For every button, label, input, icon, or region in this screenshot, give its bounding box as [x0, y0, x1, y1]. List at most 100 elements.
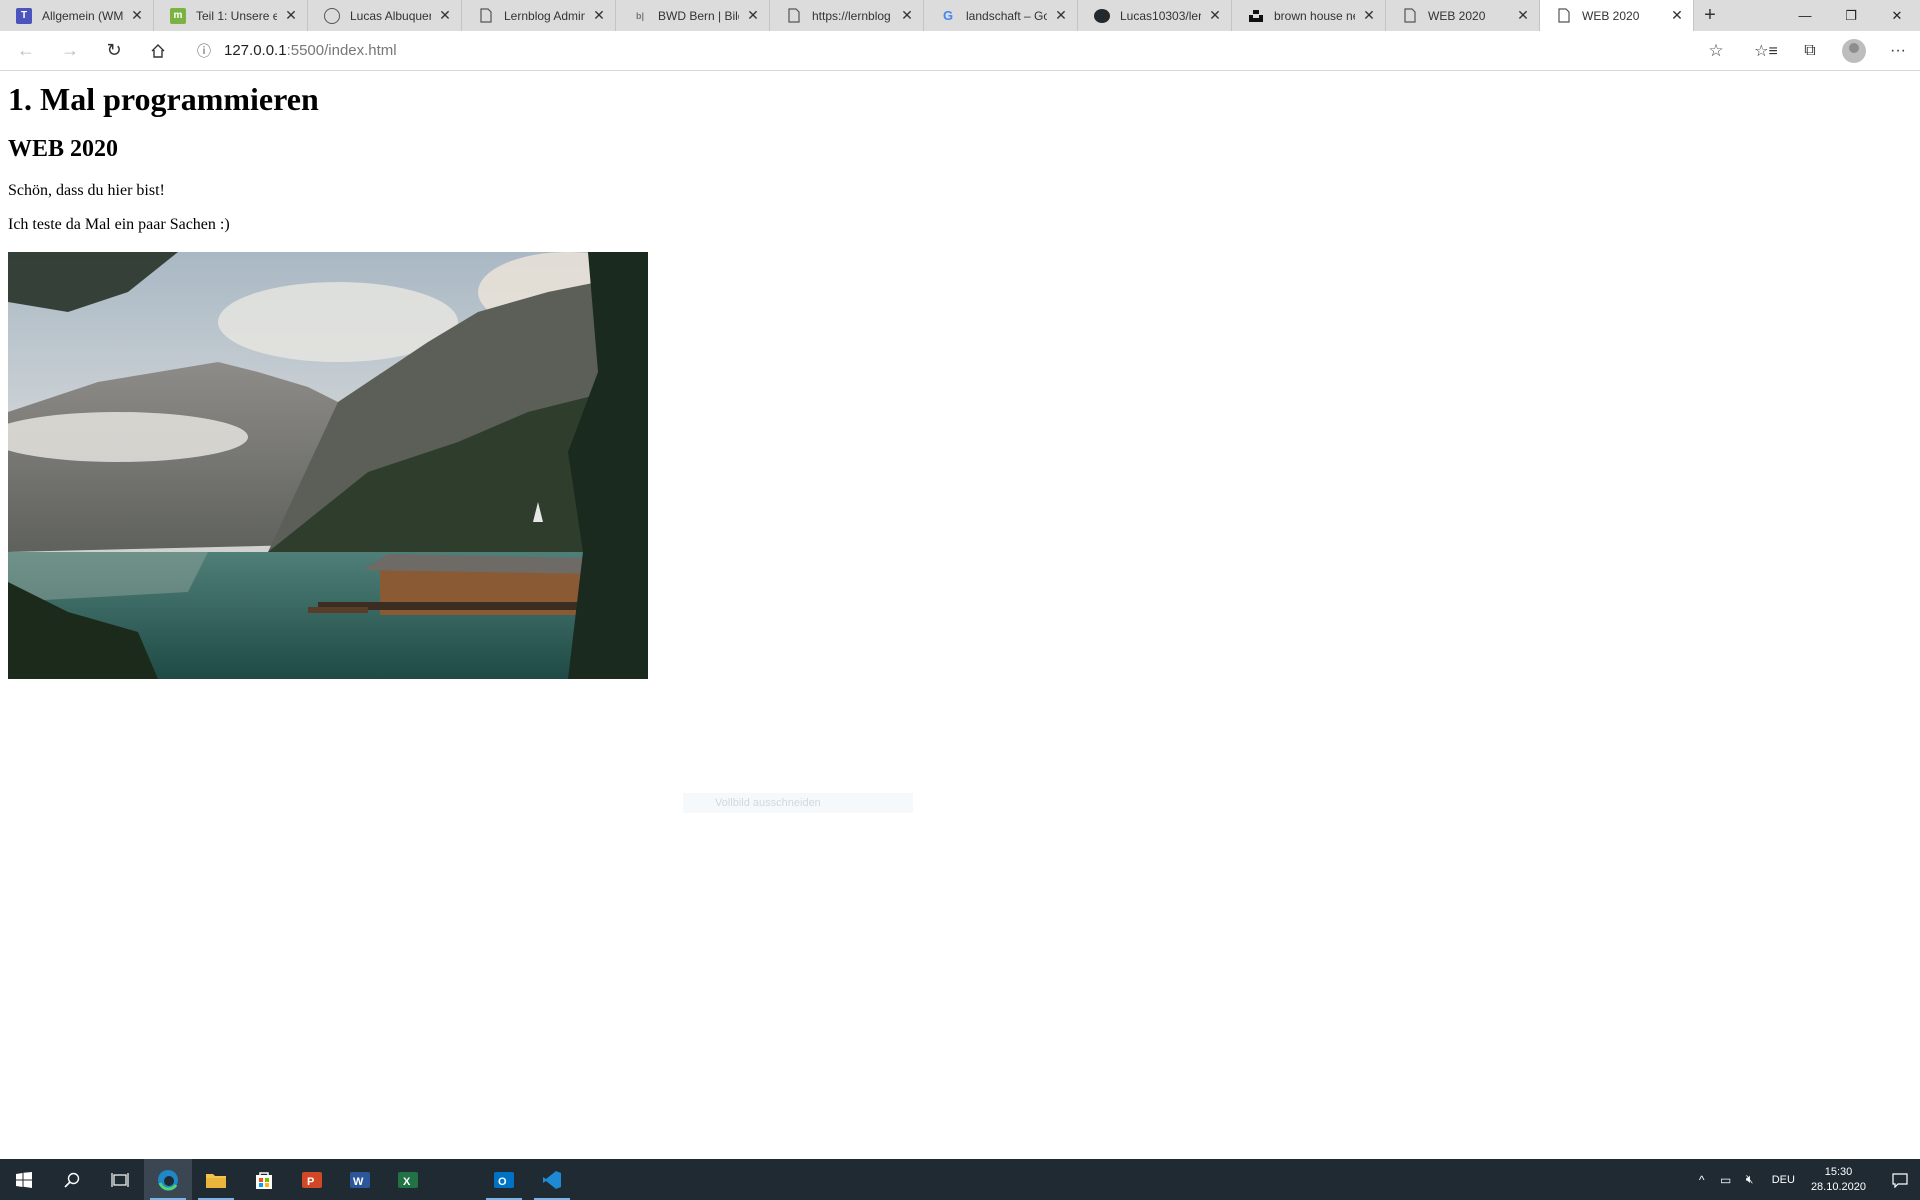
unsplash-icon: [1248, 8, 1264, 24]
window-controls: — ❐ ✕: [1782, 0, 1920, 31]
tab-title: WEB 2020: [1582, 8, 1640, 23]
tab-allgemein[interactable]: T Allgemein (WM1 ✕: [0, 0, 154, 31]
close-icon[interactable]: ✕: [1053, 7, 1069, 24]
globe-icon: [324, 7, 340, 24]
system-tray: ^ ▭ 🔇︎ DEU 15:30 28.10.2020: [1690, 1159, 1920, 1200]
page-subheading: WEB 2020: [8, 136, 119, 162]
url-path: :5500/index.html: [286, 42, 397, 59]
task-view-icon[interactable]: [96, 1159, 144, 1200]
collections-icon[interactable]: ⧉: [1788, 35, 1832, 67]
svg-text:X: X: [403, 1176, 411, 1188]
chevron-up-icon[interactable]: ^: [1690, 1173, 1714, 1187]
close-window-icon[interactable]: ✕: [1874, 0, 1920, 31]
google-icon: G: [942, 8, 954, 23]
edge-icon[interactable]: [144, 1159, 192, 1200]
tab-title: WEB 2020: [1428, 8, 1486, 23]
tab-title: Lucas10303/lern: [1120, 8, 1201, 23]
avatar: [1842, 38, 1866, 63]
close-icon[interactable]: ✕: [591, 7, 607, 24]
close-icon[interactable]: ✕: [283, 7, 299, 24]
tab-web-2020-active[interactable]: WEB 2020 ✕: [1540, 0, 1694, 31]
more-options-icon[interactable]: ···: [1876, 35, 1920, 67]
tab-title: Lernblog Admin: [504, 8, 585, 23]
profile-button[interactable]: [1832, 35, 1876, 67]
page-icon: [1402, 8, 1418, 24]
home-icon[interactable]: [140, 35, 176, 67]
browser-toolbar: ← → ↻ ⓘ 127.0.0.1:5500/index.html ☆ ☆≡ ⧉…: [0, 31, 1920, 71]
welcome-text: Schön, dass du hier bist!: [8, 182, 165, 199]
tab-unsplash[interactable]: brown house ne ✕: [1232, 0, 1386, 31]
tab-title: Teil 1: Unsere er: [196, 8, 277, 23]
tab-strip: T Allgemein (WM1 ✕ m Teil 1: Unsere er ✕…: [0, 0, 1920, 31]
clock[interactable]: 15:30 28.10.2020: [1811, 1165, 1866, 1195]
file-explorer-icon[interactable]: [192, 1159, 240, 1200]
info-icon[interactable]: ⓘ: [190, 41, 218, 61]
close-icon[interactable]: ✕: [1207, 7, 1223, 24]
powerpoint-icon[interactable]: P: [288, 1159, 336, 1200]
landscape-image: [8, 252, 648, 679]
tab-title: https://lernblog: [812, 8, 891, 23]
svg-text:O: O: [498, 1176, 507, 1188]
m-icon: m: [170, 7, 186, 24]
vscode-icon[interactable]: [528, 1159, 576, 1200]
taskbar: P W X O ^ ▭ 🔇︎ DEU 15:30 28.10.2020: [0, 1159, 1920, 1200]
minimize-icon[interactable]: —: [1782, 0, 1828, 31]
word-icon[interactable]: W: [336, 1159, 384, 1200]
page-heading: 1. Mal programmieren: [8, 81, 319, 117]
volume-muted-icon[interactable]: 🔇︎: [1738, 1172, 1762, 1187]
close-icon[interactable]: ✕: [1669, 7, 1685, 24]
tab-bwd-bern[interactable]: b| BWD Bern | Bild ✕: [616, 0, 770, 31]
tab-title: Lucas Albuquerq: [350, 8, 431, 23]
tab-github[interactable]: Lucas10303/lern ✕: [1078, 0, 1232, 31]
notifications-icon[interactable]: [1880, 1172, 1920, 1188]
page-icon: [1556, 8, 1572, 24]
store-icon[interactable]: [240, 1159, 288, 1200]
taskbar-spacer: [432, 1159, 480, 1200]
close-icon[interactable]: ✕: [129, 7, 145, 24]
svg-text:W: W: [353, 1176, 364, 1188]
back-icon[interactable]: ←: [8, 35, 44, 67]
outlook-icon[interactable]: O: [480, 1159, 528, 1200]
tab-lernblog-url[interactable]: https://lernblog ✕: [770, 0, 924, 31]
clock-date: 28.10.2020: [1810, 1180, 1866, 1193]
forward-icon[interactable]: →: [52, 35, 88, 67]
close-icon[interactable]: ✕: [1361, 7, 1377, 24]
start-icon[interactable]: [0, 1159, 48, 1200]
favorite-star-icon[interactable]: ☆: [1702, 41, 1730, 61]
tab-lucas-albuquerque[interactable]: Lucas Albuquerq ✕: [308, 0, 462, 31]
teams-icon: T: [16, 7, 32, 24]
page-icon: [478, 8, 494, 24]
clock-time: 15:30: [1824, 1165, 1853, 1178]
tab-lernblog-admin[interactable]: Lernblog Admin ✕: [462, 0, 616, 31]
address-bar[interactable]: ⓘ 127.0.0.1:5500/index.html ☆: [190, 34, 1730, 67]
close-icon[interactable]: ✕: [745, 7, 761, 24]
tab-google-landschaft[interactable]: G landschaft – Goo ✕: [924, 0, 1078, 31]
snip-hint: Vollbild ausschneiden: [683, 793, 913, 813]
page-icon: [786, 8, 802, 24]
refresh-icon[interactable]: ↻: [96, 35, 132, 67]
tab-teil-1[interactable]: m Teil 1: Unsere er ✕: [154, 0, 308, 31]
tab-web-2020[interactable]: WEB 2020 ✕: [1386, 0, 1540, 31]
language-indicator[interactable]: DEU: [1772, 1174, 1795, 1186]
svg-text:P: P: [307, 1176, 314, 1188]
github-icon: [1094, 8, 1110, 23]
favorites-icon[interactable]: ☆≡: [1744, 35, 1788, 67]
bwd-icon: b|: [635, 10, 644, 21]
tab-title: landschaft – Goo: [966, 8, 1047, 23]
new-tab-button[interactable]: +: [1694, 0, 1726, 31]
browser-window: T Allgemein (WM1 ✕ m Teil 1: Unsere er ✕…: [0, 0, 1920, 1200]
toolbar-right: ☆≡ ⧉ ···: [1744, 35, 1920, 67]
test-text: Ich teste da Mal ein paar Sachen :): [8, 216, 230, 233]
network-icon[interactable]: ▭: [1714, 1173, 1738, 1187]
tab-title: brown house ne: [1274, 8, 1355, 23]
close-icon[interactable]: ✕: [899, 7, 915, 24]
tab-title: BWD Bern | Bild: [658, 8, 739, 23]
close-icon[interactable]: ✕: [1515, 7, 1531, 24]
close-icon[interactable]: ✕: [437, 7, 453, 24]
search-icon[interactable]: [48, 1159, 96, 1200]
url-host: 127.0.0.1: [224, 42, 287, 59]
excel-icon[interactable]: X: [384, 1159, 432, 1200]
tab-title: Allgemein (WM1: [42, 8, 123, 23]
restore-icon[interactable]: ❐: [1828, 0, 1874, 31]
page-content: 1. Mal programmieren WEB 2020 Schön, das…: [0, 71, 1920, 1159]
